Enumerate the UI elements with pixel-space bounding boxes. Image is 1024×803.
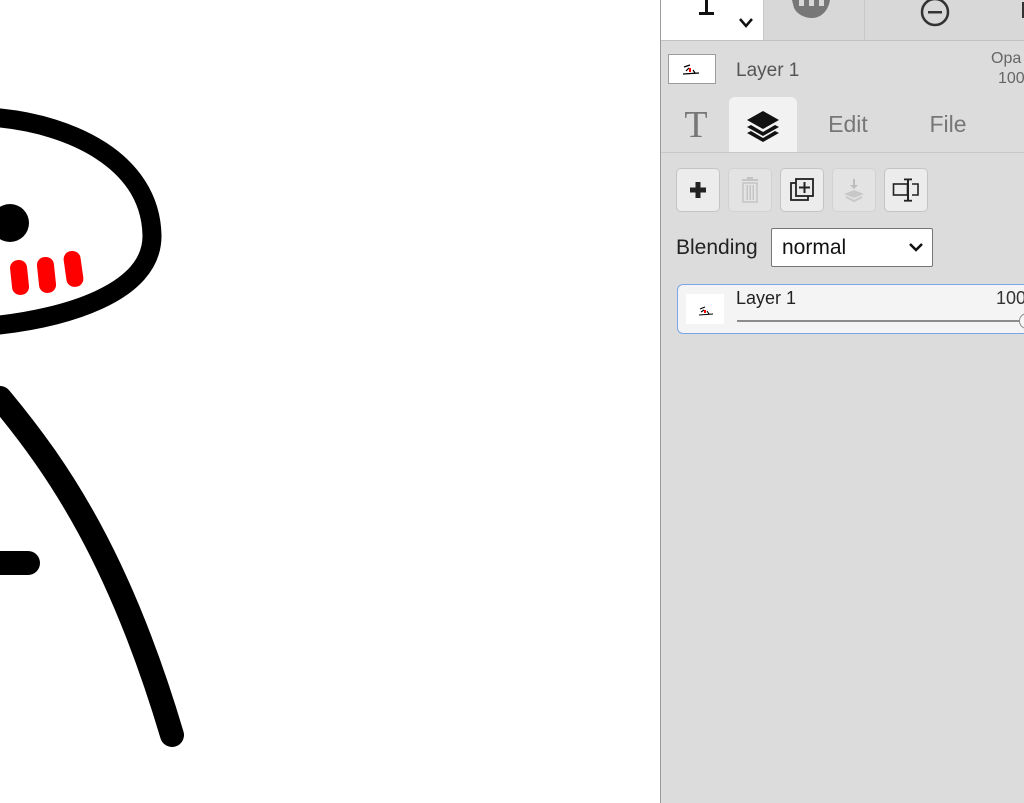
rename-layer-button[interactable] xyxy=(884,168,928,212)
layer-list-item[interactable]: Layer 1 100 xyxy=(677,284,1024,334)
blending-label: Blending xyxy=(676,236,758,259)
layer-thumbnail xyxy=(686,294,724,324)
tab-file[interactable]: File xyxy=(913,97,983,152)
canvas-drawing xyxy=(0,108,184,747)
layer-opacity-value: 100 xyxy=(996,288,1024,308)
drawing-canvas[interactable] xyxy=(0,0,660,803)
hand-tool-button[interactable] xyxy=(764,0,865,40)
tool-strip xyxy=(661,0,1024,41)
merge-down-button[interactable] xyxy=(832,168,876,212)
layer-opacity-slider-handle[interactable] xyxy=(1019,313,1024,329)
blending-mode-value: normal xyxy=(782,235,847,259)
tab-layers[interactable] xyxy=(729,97,797,152)
delete-layer-button[interactable] xyxy=(728,168,772,212)
tab-edit-label: Edit xyxy=(828,111,868,137)
layer-name: Layer 1 xyxy=(736,288,797,308)
active-layer-thumbnail xyxy=(668,54,716,84)
side-panel: Layer 1 Opa 100 T Edit File Blending nor… xyxy=(660,0,1024,803)
rename-icon xyxy=(892,178,919,202)
layer-thumbnail-preview xyxy=(698,306,714,316)
add-layer-button[interactable] xyxy=(676,168,720,212)
panel-tabs: T Edit File xyxy=(661,97,1024,153)
active-layer-header: Layer 1 Opa 100 xyxy=(661,41,1024,97)
text-icon: T xyxy=(684,103,708,146)
opacity-value: 100 xyxy=(998,70,1024,87)
opacity-label: Opa xyxy=(991,50,1022,67)
more-tools-button[interactable] xyxy=(1005,0,1024,40)
text-tool-button[interactable] xyxy=(661,0,764,40)
chevron-down-icon xyxy=(909,243,923,252)
trash-icon xyxy=(742,177,758,203)
tab-text[interactable]: T xyxy=(669,97,723,152)
duplicate-layer-button[interactable] xyxy=(780,168,824,212)
layer-opacity-slider[interactable] xyxy=(737,320,1024,322)
text-cursor-icon xyxy=(699,0,753,28)
tool-icon-partial xyxy=(1022,2,1024,18)
tab-file-label: File xyxy=(929,111,967,137)
zoom-out-tool-button[interactable] xyxy=(865,0,1005,40)
hand-icon xyxy=(792,0,830,18)
merge-down-icon xyxy=(844,179,864,202)
tab-edit[interactable]: Edit xyxy=(811,97,885,152)
plus-icon xyxy=(690,182,706,198)
active-layer-opacity: Opa 100 xyxy=(991,49,1024,89)
minus-circle-icon xyxy=(920,0,950,27)
layers-icon xyxy=(747,110,779,142)
active-layer-name: Layer 1 xyxy=(736,60,800,81)
layer-thumbnail-preview xyxy=(682,64,700,75)
blending-mode-select[interactable]: normal xyxy=(771,228,933,267)
duplicate-icon xyxy=(790,178,814,201)
